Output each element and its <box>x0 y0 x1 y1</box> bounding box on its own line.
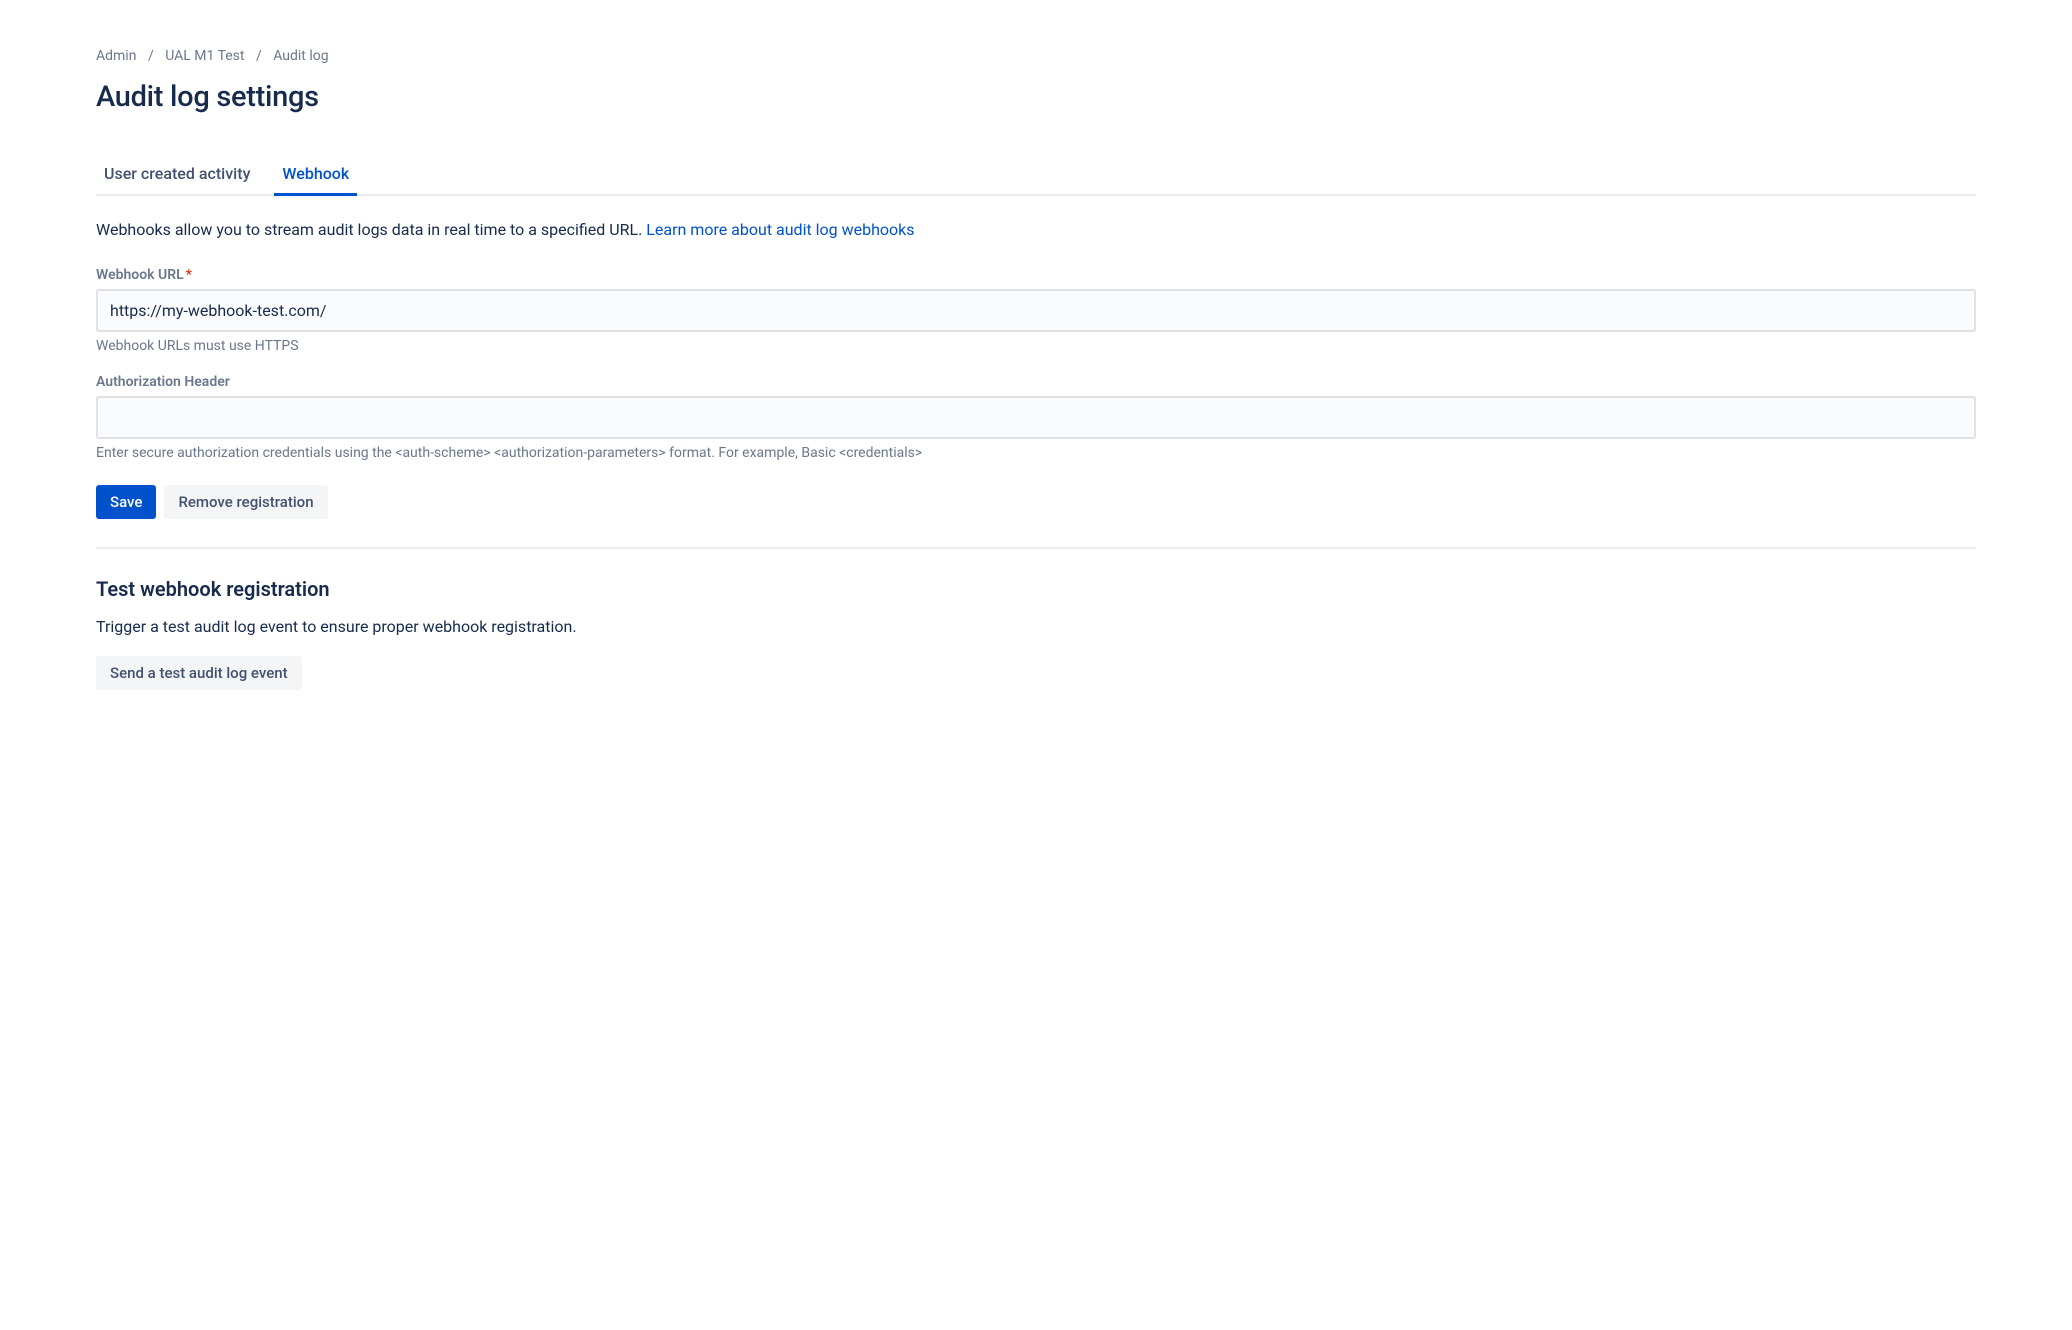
tab-webhook[interactable]: Webhook <box>274 156 357 196</box>
breadcrumb: Admin / UAL M1 Test / Audit log <box>96 48 1976 64</box>
section-divider <box>96 547 1976 549</box>
page-title: Audit log settings <box>96 80 1976 114</box>
tabs: User created activity Webhook <box>96 154 1976 196</box>
breadcrumb-separator: / <box>148 48 154 64</box>
test-section-title: Test webhook registration <box>96 577 1976 601</box>
webhook-url-help: Webhook URLs must use HTTPS <box>96 338 1976 354</box>
breadcrumb-auditlog[interactable]: Audit log <box>273 48 328 64</box>
description-text: Webhooks allow you to stream audit logs … <box>96 220 646 239</box>
breadcrumb-org[interactable]: UAL M1 Test <box>165 48 244 64</box>
auth-header-label: Authorization Header <box>96 374 1976 390</box>
save-button[interactable]: Save <box>96 485 156 519</box>
auth-header-help: Enter secure authorization credentials u… <box>96 445 1976 461</box>
send-test-event-button[interactable]: Send a test audit log event <box>96 656 302 690</box>
auth-header-group: Authorization Header Enter secure author… <box>96 374 1976 461</box>
required-indicator: * <box>186 267 192 283</box>
learn-more-link[interactable]: Learn more about audit log webhooks <box>646 220 914 239</box>
breadcrumb-separator: / <box>256 48 262 64</box>
form-button-row: Save Remove registration <box>96 485 1976 519</box>
webhook-url-label: Webhook URL* <box>96 267 1976 283</box>
test-section-description: Trigger a test audit log event to ensure… <box>96 617 1976 636</box>
tab-user-created-activity[interactable]: User created activity <box>96 156 258 196</box>
webhook-url-label-text: Webhook URL <box>96 267 184 283</box>
webhook-url-group: Webhook URL* Webhook URLs must use HTTPS <box>96 267 1976 354</box>
remove-registration-button[interactable]: Remove registration <box>164 485 327 519</box>
auth-header-input[interactable] <box>96 396 1976 439</box>
webhook-description: Webhooks allow you to stream audit logs … <box>96 220 1976 239</box>
webhook-url-input[interactable] <box>96 289 1976 332</box>
breadcrumb-admin[interactable]: Admin <box>96 48 136 64</box>
